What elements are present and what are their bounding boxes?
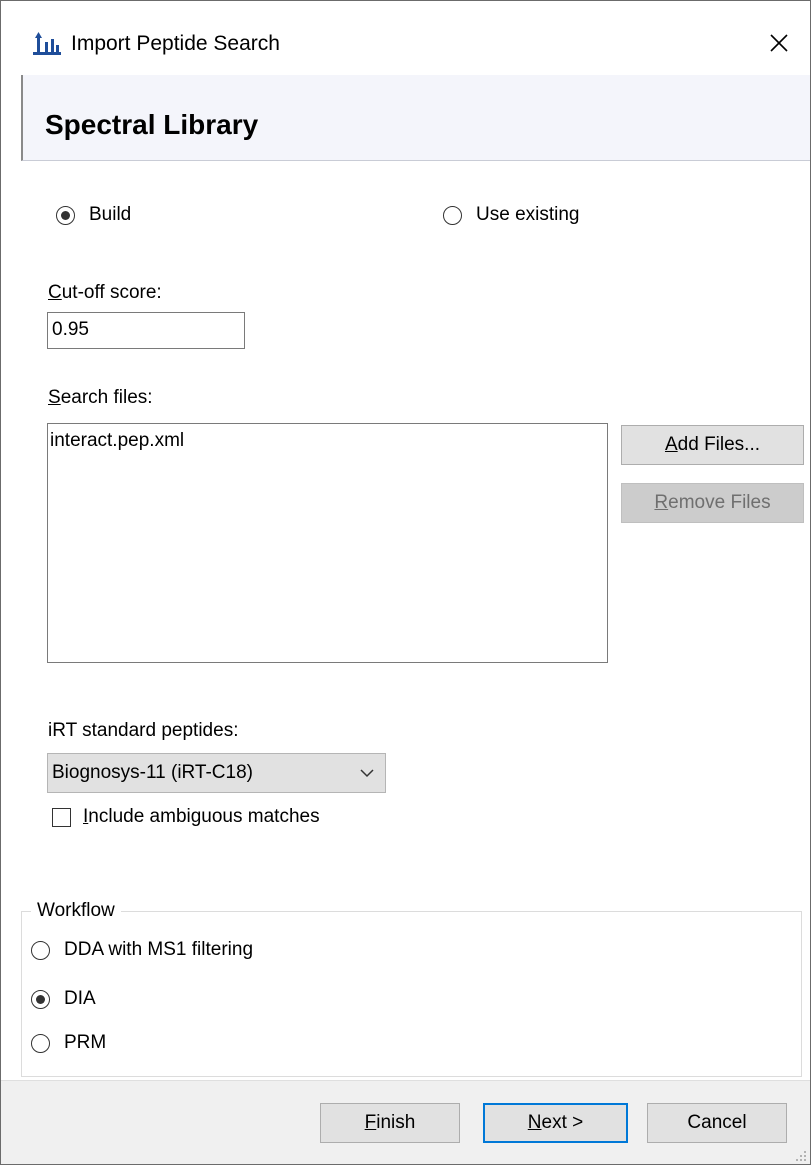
skyline-peaks-icon (33, 32, 61, 55)
workflow-dia-label: DIA (64, 988, 96, 1009)
build-radio[interactable]: Build (56, 204, 131, 226)
window-title: Import Peptide Search (71, 32, 280, 55)
cutoff-mnemonic: C (48, 282, 62, 303)
radio-circle (56, 205, 75, 225)
workflow-prm-radio[interactable]: PRM (31, 1032, 106, 1054)
next-button[interactable]: Next > (483, 1103, 628, 1143)
irt-selected-value: Biognosys-11 (iRT-C18) (52, 762, 253, 783)
cutoff-score-label: Cut-off score: (48, 282, 162, 304)
radio-circle (31, 940, 50, 960)
radio-circle (31, 989, 50, 1009)
remove-files-label: emove Files (668, 492, 771, 513)
resize-grip-icon[interactable] (794, 1149, 808, 1163)
dialog-footer: Finish Next > Cancel (1, 1080, 810, 1164)
search-files-label: Search files: (48, 387, 153, 409)
finish-mnemonic: F (364, 1112, 377, 1133)
add-files-label: dd Files... (677, 434, 761, 455)
next-mnemonic: N (527, 1112, 542, 1133)
use-existing-radio-label: Use existing (476, 204, 580, 225)
title-bar[interactable]: Import Peptide Search (1, 1, 810, 75)
workflow-legend: Workflow (31, 900, 121, 922)
use-existing-radio[interactable]: Use existing (443, 204, 580, 226)
search-files-label-text: earch files: (60, 387, 153, 408)
cancel-button[interactable]: Cancel (647, 1103, 787, 1143)
cutoff-label-text: ut-off score: (61, 282, 162, 303)
workflow-dia-radio[interactable]: DIA (31, 988, 96, 1010)
include-label-text: nclude ambiguous matches (88, 806, 320, 827)
workflow-dda-radio[interactable]: DDA with MS1 filtering (31, 939, 253, 961)
include-ambiguous-label: Include ambiguous matches (83, 806, 320, 828)
radio-dot (36, 994, 45, 1004)
workflow-group (21, 911, 802, 1077)
workflow-dda-label: DDA with MS1 filtering (64, 939, 254, 960)
list-item[interactable]: interact.pep.xml (50, 430, 184, 452)
include-ambiguous-checkbox[interactable]: Include ambiguous matches (52, 806, 320, 828)
chevron-down-icon (360, 769, 374, 778)
add-files-mnemonic: A (664, 434, 678, 455)
page-header: Spectral Library (21, 75, 810, 161)
finish-label: inish (376, 1112, 416, 1133)
search-files-mnemonic: S (48, 387, 61, 408)
finish-button[interactable]: Finish (320, 1103, 460, 1143)
radio-circle (31, 1033, 50, 1053)
radio-dot (61, 210, 70, 220)
build-radio-label: Build (89, 204, 132, 225)
import-peptide-search-dialog: Import Peptide Search Spectral Library B… (0, 0, 811, 1165)
cutoff-score-input[interactable]: 0.95 (47, 312, 245, 349)
radio-circle (443, 205, 462, 225)
add-files-button[interactable]: Add Files... (621, 425, 804, 465)
checkbox-box (52, 807, 71, 827)
workflow-prm-label: PRM (64, 1032, 107, 1053)
search-files-list[interactable]: interact.pep.xml (47, 423, 608, 663)
remove-files-mnemonic: R (654, 492, 669, 513)
irt-standard-label: iRT standard peptides: (48, 720, 239, 741)
next-label: ext > (541, 1112, 584, 1133)
remove-files-button[interactable]: Remove Files (621, 483, 804, 523)
irt-standard-select[interactable]: Biognosys-11 (iRT-C18) (47, 753, 386, 793)
close-icon (770, 34, 788, 52)
page-title: Spectral Library (45, 109, 259, 140)
close-button[interactable] (757, 21, 801, 65)
